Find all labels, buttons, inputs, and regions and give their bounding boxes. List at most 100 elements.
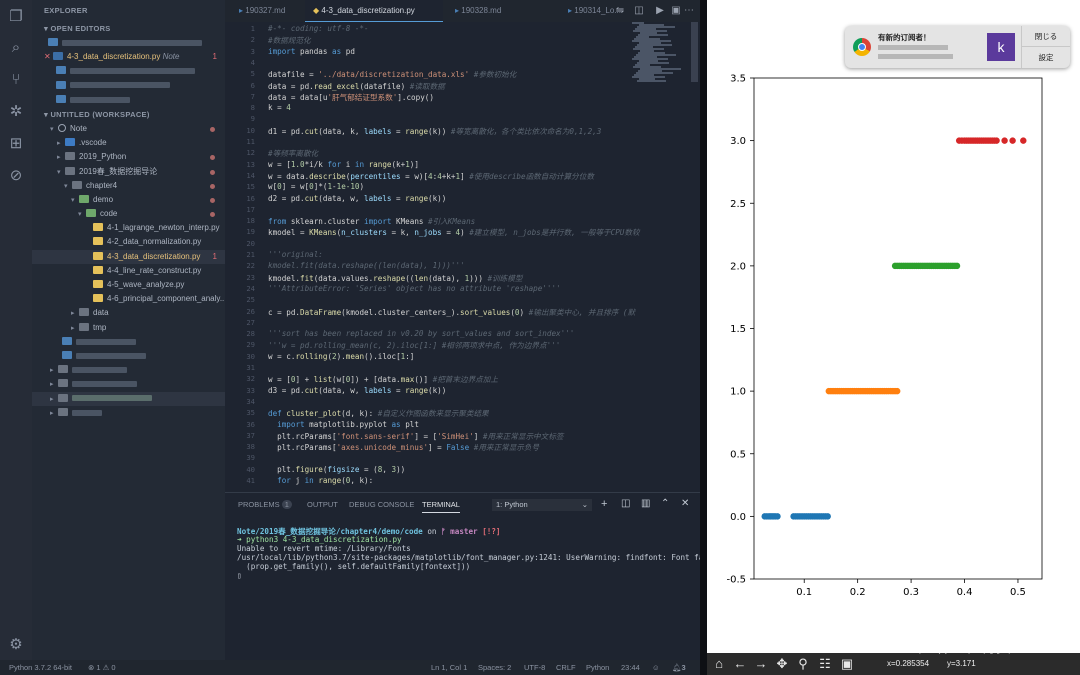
code-line[interactable]: '''w = pd.rolling_mean(c, 2).iloc[1:] #相…: [268, 340, 560, 351]
tree-item[interactable]: 4-4_line_rate_construct.py: [32, 264, 225, 278]
code-line[interactable]: w = [0] + list(w[0]) + [data.max()] #把首末…: [268, 374, 498, 385]
problems-status[interactable]: ⊗ 1 ⚠ 0: [88, 663, 116, 672]
code-line[interactable]: from sklearn.cluster import KMeans #引入KM…: [268, 216, 475, 227]
code-line[interactable]: datafile = '../data/discretization_data.…: [268, 69, 516, 80]
tab-debug-console[interactable]: DEBUG CONSOLE: [349, 500, 414, 509]
source-control-icon[interactable]: ⑂: [7, 71, 25, 89]
encoding[interactable]: UTF-8: [524, 663, 545, 672]
code-line[interactable]: '''sort has been replaced in v0.20 by so…: [268, 329, 574, 338]
terminal-select[interactable]: 1: Python ⌄: [492, 499, 592, 511]
forward-arrow-icon[interactable]: →: [753, 656, 769, 672]
feedback-smiley-icon[interactable]: ☺: [652, 663, 660, 672]
code-line[interactable]: def cluster_plot(d, k): #自定义作图函数来显示聚类结果: [268, 408, 489, 419]
code-line[interactable]: w = data.describe(percentiles = w)[4:4+k…: [268, 171, 594, 182]
tree-item[interactable]: ▾ 2019春_数据挖掘导论: [32, 165, 225, 179]
trash-icon[interactable]: ▥: [641, 498, 650, 509]
open-editor-item[interactable]: [32, 36, 225, 50]
tree-item[interactable]: [32, 335, 225, 349]
tree-item[interactable]: ▾ chapter4: [32, 179, 225, 193]
code-line[interactable]: w = [1.0*i/k for i in range(k+1)]: [268, 160, 419, 169]
tree-item[interactable]: ▸ .vscode: [32, 136, 225, 150]
notification-settings-button[interactable]: 設定: [1022, 47, 1070, 68]
split-editor-icon[interactable]: ◫: [633, 5, 645, 17]
workspace-header[interactable]: ▾ UNTITLED (WORKSPACE): [32, 108, 225, 122]
code-line[interactable]: c = pd.DataFrame(kmodel.cluster_centers_…: [268, 307, 635, 318]
search-icon[interactable]: ⌕: [7, 39, 25, 57]
code-line[interactable]: data = data[u'肝气郁结证型系数'].copy(): [268, 92, 434, 103]
tree-item[interactable]: 4-5_wave_analyze.py: [32, 278, 225, 292]
tab-problems[interactable]: PROBLEMS 1: [238, 500, 292, 509]
extensions-icon[interactable]: ⊞: [7, 135, 25, 153]
close-notification-button[interactable]: 閉じる: [1022, 26, 1070, 47]
code-editor[interactable]: 1 #-*- coding: utf-8 -*- 2 #数据规范化 3 import pa…: [225, 22, 700, 492]
terminal-cursor[interactable]: ▯: [237, 571, 242, 580]
code-line[interactable]: plt.figure(figsize = (8, 3)): [268, 465, 405, 474]
code-line[interactable]: d3 = pd.cut(data, w, labels = range(k)): [268, 386, 446, 395]
notification-bell-icon[interactable]: 🔔︎3: [672, 663, 686, 672]
run-icon[interactable]: ▶: [654, 5, 666, 17]
settings-gear-icon[interactable]: ⚙: [7, 636, 25, 654]
open-editor-item[interactable]: [32, 64, 225, 78]
tree-item[interactable]: 4-6_principal_component_analy...: [32, 292, 225, 306]
indentation[interactable]: Spaces: 2: [478, 663, 511, 672]
tree-item[interactable]: ▸ data: [32, 306, 225, 320]
close-icon[interactable]: ✕: [44, 52, 53, 61]
code-line[interactable]: w[0] = w[0]*(1-1e-10): [268, 182, 364, 191]
editor-tab[interactable]: ▸ 190328.md: [447, 0, 555, 22]
tree-item[interactable]: ▸: [32, 363, 225, 377]
python-interpreter[interactable]: Python 3.7.2 64-bit: [9, 663, 72, 672]
chrome-notification[interactable]: 有新的订阅者！ k 閉じる 設定: [845, 26, 1070, 68]
files-icon[interactable]: ❐: [7, 8, 25, 26]
tree-item[interactable]: ▾ code: [32, 207, 225, 221]
tree-item[interactable]: ▸: [32, 406, 225, 420]
tree-item[interactable]: 4-1_lagrange_newton_interp.py: [32, 221, 225, 235]
more-icon[interactable]: ⋯: [683, 5, 695, 17]
subplots-config-icon[interactable]: ☷: [817, 656, 833, 672]
code-line[interactable]: plt.rcParams['font.sans-serif'] = ['SimH…: [268, 431, 563, 442]
debug-icon[interactable]: ✲: [7, 103, 25, 121]
back-arrow-icon[interactable]: ←: [732, 656, 748, 672]
split-icon[interactable]: ▣: [670, 5, 682, 17]
remote-icon[interactable]: ⊘: [7, 167, 25, 185]
code-line[interactable]: data = pd.read_excel(datafile) #读取数据: [268, 81, 445, 92]
editor-tab[interactable]: ◆ 4-3_data_discretization.py: [305, 0, 443, 22]
editor-tab[interactable]: ▸ 190327.md: [231, 0, 301, 22]
code-line[interactable]: '''AttributeError: 'Series' object has n…: [268, 284, 561, 293]
code-line[interactable]: kmodel = KMeans(n_clusters = k, n_jobs =…: [268, 227, 640, 238]
open-editor-item[interactable]: [32, 93, 225, 107]
split-terminal-icon[interactable]: ◫: [621, 498, 630, 509]
save-figure-icon[interactable]: ▣: [839, 656, 855, 672]
code-line[interactable]: '''original:: [268, 250, 323, 259]
language-mode[interactable]: Python: [586, 663, 609, 672]
tree-item[interactable]: ▸ 2019_Python: [32, 150, 225, 164]
add-terminal-icon[interactable]: +: [601, 498, 607, 510]
zoom-magnifier-icon[interactable]: ⚲: [795, 656, 811, 672]
tree-item[interactable]: 4-3_data_discretization.py 1: [32, 249, 225, 264]
compare-icon[interactable]: ⇋: [614, 5, 626, 17]
minimap[interactable]: [632, 22, 682, 82]
tree-item[interactable]: ▸ tmp: [32, 321, 225, 335]
home-icon[interactable]: ⌂: [711, 656, 727, 672]
tree-item[interactable]: ▾ Note: [32, 122, 225, 136]
code-line[interactable]: kmodel.fit(data.reshape((len(data), 1)))…: [268, 261, 465, 270]
code-line[interactable]: #等频率离散化: [268, 148, 318, 159]
tree-item[interactable]: 4-2_data_normalization.py: [32, 235, 225, 249]
pan-icon[interactable]: ✥: [774, 656, 790, 672]
tree-item[interactable]: ▸: [32, 391, 225, 406]
tab-output[interactable]: OUTPUT: [307, 500, 338, 509]
tab-terminal[interactable]: TERMINAL: [422, 500, 460, 513]
tree-item[interactable]: [32, 349, 225, 363]
maximize-panel-icon[interactable]: ⌃: [661, 498, 669, 509]
open-editor-active[interactable]: ✕ 4-3_data_discretization.py Note 1: [32, 50, 225, 64]
code-line[interactable]: d2 = pd.cut(data, w, labels = range(k)): [268, 194, 446, 203]
code-line[interactable]: d1 = pd.cut(data, k, labels = range(k)) …: [268, 126, 601, 137]
editor-scrollbar[interactable]: [691, 22, 698, 82]
code-line[interactable]: w = c.rolling(2).mean().iloc[1:]: [268, 352, 414, 361]
code-line[interactable]: for j in range(0, k):: [268, 476, 373, 485]
open-editors-header[interactable]: ▾ OPEN EDITORS: [32, 22, 225, 36]
code-line[interactable]: #数据规范化: [268, 35, 311, 46]
code-line[interactable]: k = 4: [268, 103, 291, 112]
code-line[interactable]: import pandas as pd: [268, 47, 355, 56]
code-line[interactable]: import matplotlib.pyplot as plt: [268, 420, 419, 429]
tree-item[interactable]: ▸: [32, 377, 225, 391]
